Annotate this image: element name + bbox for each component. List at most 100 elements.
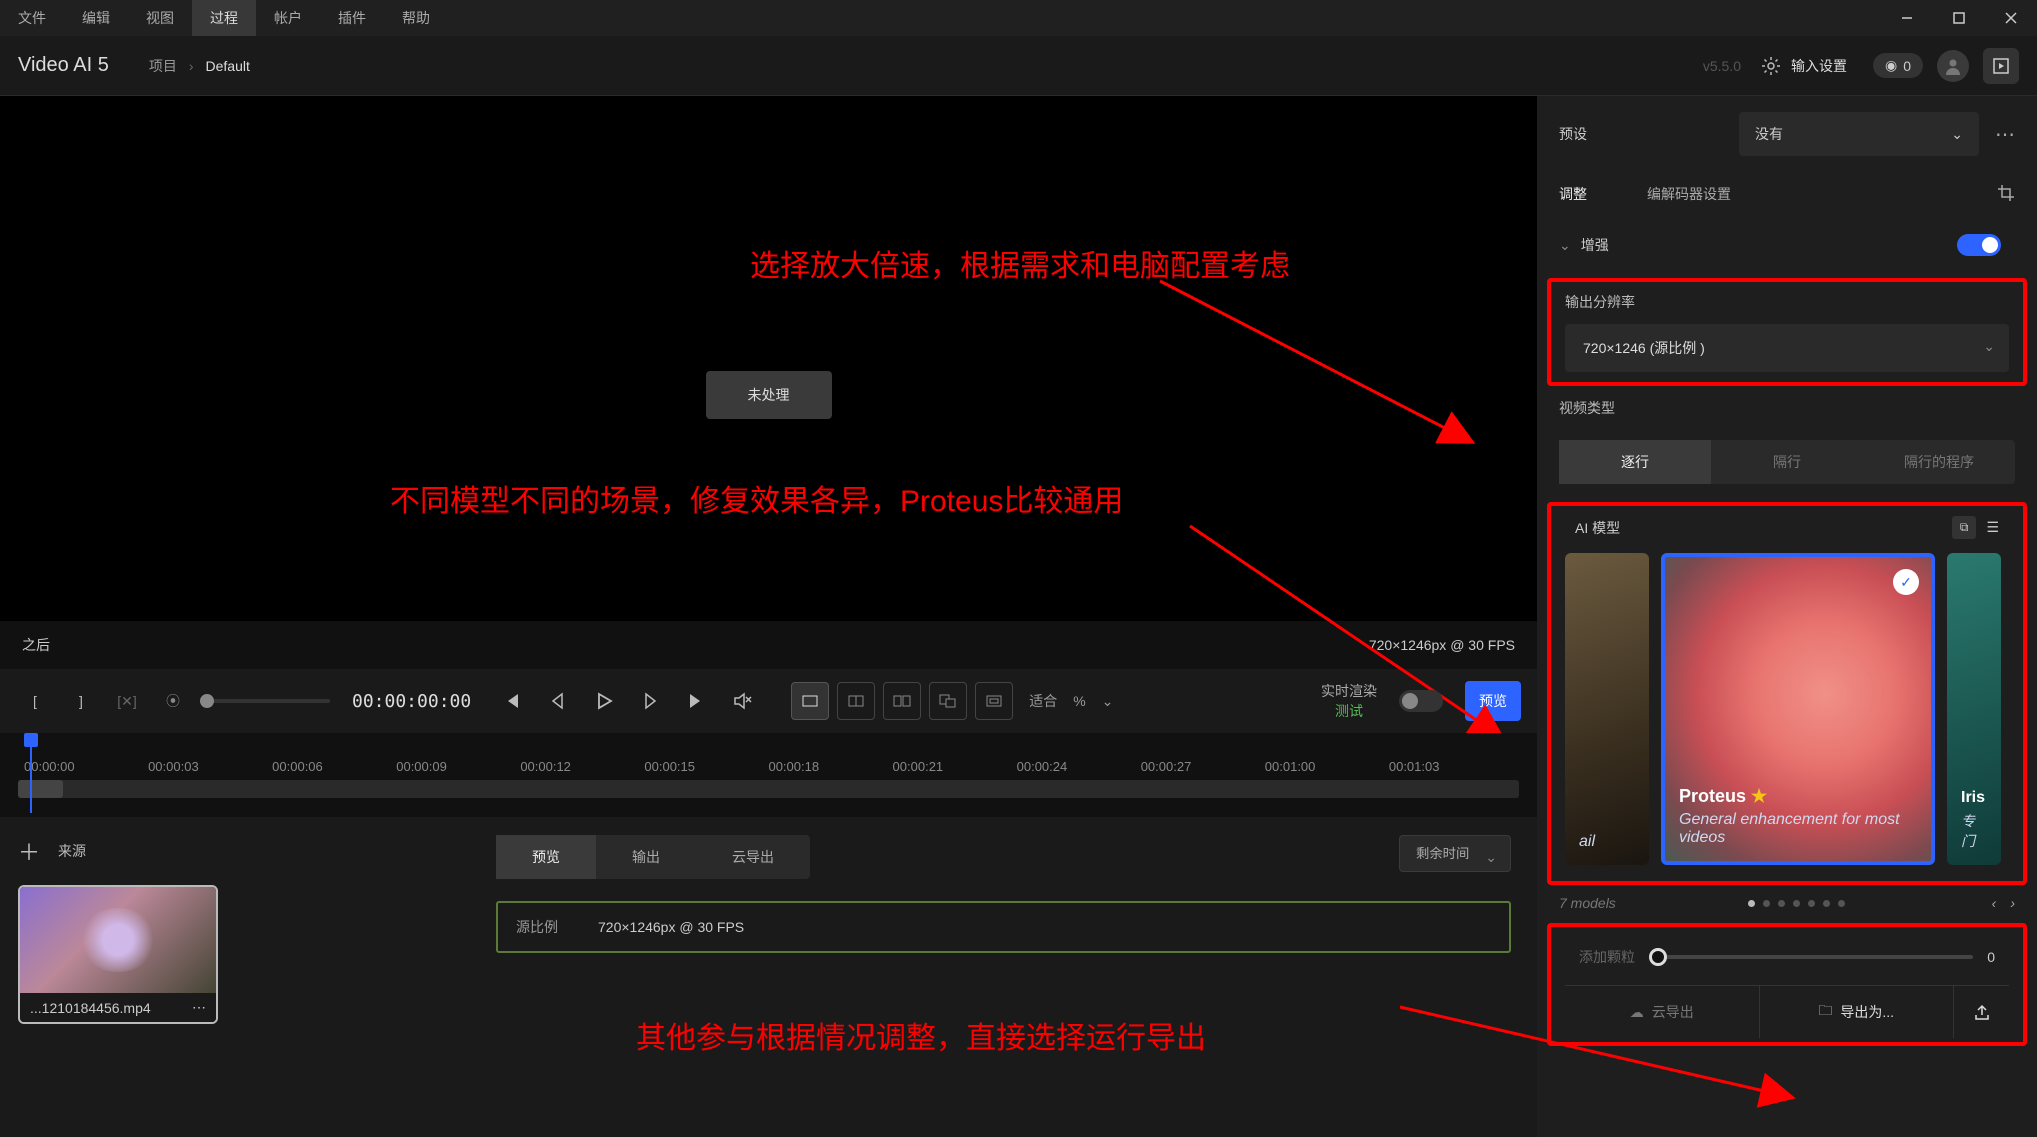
playhead[interactable] [24, 733, 38, 747]
share-button[interactable] [1953, 985, 2009, 1038]
realtime-test[interactable]: 测试 [1321, 701, 1377, 721]
after-label: 之后 [22, 635, 50, 655]
carousel-dots [1748, 900, 1845, 907]
tab-adjust[interactable]: 调整 [1559, 172, 1587, 216]
realtime-block: 实时渲染 测试 [1321, 681, 1377, 721]
breadcrumb-project[interactable]: 项目 [149, 56, 177, 76]
model-footer: 7 models ‹ › [1537, 889, 2037, 917]
tick: 00:00:24 [1017, 759, 1141, 774]
clip-more-icon[interactable]: ⋯ [192, 999, 206, 1016]
realtime-toggle[interactable] [1399, 690, 1443, 712]
window-minimize-button[interactable] [1881, 0, 1933, 36]
timecode[interactable]: 00:00:00:00 [338, 691, 485, 712]
model-card-prev[interactable]: ail [1565, 553, 1649, 865]
enhance-section-head[interactable]: ⌄ 增强 [1537, 216, 2037, 274]
preview-resolution: 720×1246px @ 30 FPS [1369, 637, 1515, 653]
tab-output[interactable]: 输出 [596, 835, 696, 879]
menu-edit[interactable]: 编辑 [64, 0, 128, 36]
zoom-icon[interactable]: ⦿ [154, 682, 192, 720]
view-ab-button[interactable] [929, 682, 967, 720]
compare-icon[interactable]: ⧉ [1952, 516, 1977, 539]
model-prev-suffix: ail [1579, 833, 1635, 851]
clear-marks-button[interactable]: [✕] [108, 682, 146, 720]
remaining-time-select[interactable]: 剩余时间 ⌄ [1399, 835, 1511, 872]
enhance-toggle[interactable] [1957, 234, 2001, 256]
menu-help[interactable]: 帮助 [384, 0, 448, 36]
step-back-button[interactable] [539, 682, 577, 720]
video-type-interlaced[interactable]: 隔行 [1711, 440, 1863, 484]
toolbar: Video AI 5 项目 › Default v5.5.0 输入设置 ◉ 0 [0, 36, 2037, 96]
tick: 00:00:21 [893, 759, 1017, 774]
output-res-value: 720×1246 (源比例 ) [1583, 340, 1705, 356]
timeline-ticks: 00:00:00 00:00:03 00:00:06 00:00:09 00:0… [0, 741, 1537, 774]
menu-account[interactable]: 帐户 [256, 0, 320, 36]
preset-select[interactable]: 没有 ⌄ [1739, 112, 1979, 156]
carousel-prev-button[interactable]: ‹ [1992, 895, 1997, 911]
ai-model-box: AI 模型 ⧉ ☰ ail ✓ Proteus ★ General enhanc… [1547, 502, 2027, 885]
menu-file[interactable]: 文件 [0, 0, 64, 36]
fit-label: 适合 [1029, 691, 1057, 711]
play-button[interactable] [585, 682, 623, 720]
add-source-button[interactable]: ＋ [18, 835, 40, 867]
enhance-label: 增强 [1581, 235, 1609, 255]
credits-value: 0 [1903, 58, 1911, 74]
menu-process[interactable]: 过程 [192, 0, 256, 36]
gear-icon[interactable] [1761, 56, 1781, 76]
fit-pct[interactable]: % [1073, 693, 1085, 709]
goto-end-button[interactable] [677, 682, 715, 720]
zoom-slider[interactable] [200, 699, 330, 703]
goto-start-button[interactable] [493, 682, 531, 720]
check-icon: ✓ [1893, 569, 1919, 595]
list-icon[interactable]: ☰ [1986, 519, 1999, 536]
preset-more-icon[interactable]: ⋯ [1995, 122, 2015, 147]
video-type-interlaced-prog[interactable]: 隔行的程序 [1863, 440, 2015, 484]
tab-preview[interactable]: 预览 [496, 835, 596, 879]
preview-button[interactable]: 预览 [1465, 681, 1521, 721]
chevron-down-icon: ⌄ [1951, 126, 1963, 143]
annotation-2: 不同模型不同的场景，修复效果各异，Proteus比较通用 [390, 476, 1123, 520]
output-row[interactable]: 源比例 720×1246px @ 30 FPS [496, 901, 1511, 953]
output-resolution-box: 输出分辨率 720×1246 (源比例 ) ⌄ [1547, 278, 2027, 386]
timeline-track[interactable] [18, 780, 1519, 798]
input-settings-button[interactable]: 输入设置 [1791, 56, 1847, 76]
model-carousel[interactable]: ail ✓ Proteus ★ General enhancement for … [1565, 539, 2009, 871]
mute-button[interactable] [723, 682, 761, 720]
tab-cloud-export[interactable]: 云导出 [696, 835, 810, 879]
chevron-down-icon[interactable]: ⌄ [1102, 693, 1114, 710]
realtime-label: 实时渲染 [1321, 681, 1377, 701]
output-ratio-value: 720×1246px @ 30 FPS [598, 919, 744, 935]
chevron-down-icon: ⌄ [1559, 237, 1571, 254]
window-close-button[interactable] [1985, 0, 2037, 36]
bottom-pane: ＋ 来源 ...1210184456.mp4 ⋯ 预览 输出 云导出 [0, 817, 1537, 1137]
credits-pill[interactable]: ◉ 0 [1873, 53, 1923, 78]
video-type-progressive[interactable]: 逐行 [1559, 440, 1711, 484]
step-forward-button[interactable] [631, 682, 669, 720]
source-clip[interactable]: ...1210184456.mp4 ⋯ [18, 885, 218, 1024]
export-queue-button[interactable] [1983, 48, 2019, 84]
mark-out-button[interactable]: ] [62, 682, 100, 720]
model-card-next[interactable]: Iris 专门 [1947, 553, 2001, 865]
coin-icon: ◉ [1885, 57, 1897, 74]
mark-in-button[interactable]: [ [16, 682, 54, 720]
timeline[interactable]: 00:00:00 00:00:03 00:00:06 00:00:09 00:0… [0, 733, 1537, 817]
tab-codec[interactable]: 编解码器设置 [1647, 172, 1731, 216]
grain-slider[interactable] [1649, 955, 1973, 959]
window-maximize-button[interactable] [1933, 0, 1985, 36]
view-split-button[interactable] [837, 682, 875, 720]
carousel-next-button[interactable]: › [2010, 895, 2015, 911]
view-fullscreen-button[interactable] [975, 682, 1013, 720]
view-single-button[interactable] [791, 682, 829, 720]
panel-tabs: 调整 编解码器设置 [1537, 172, 2037, 216]
menu-plugins[interactable]: 插件 [320, 0, 384, 36]
folder-icon: 🗀 [1818, 1000, 1832, 1024]
preset-label: 预设 [1559, 124, 1587, 144]
crop-icon[interactable] [1997, 172, 2015, 216]
preview-status-chip: 未处理 [706, 371, 832, 419]
model-card-proteus[interactable]: ✓ Proteus ★ General enhancement for most… [1661, 553, 1935, 865]
output-res-select[interactable]: 720×1246 (源比例 ) ⌄ [1565, 324, 2009, 372]
avatar[interactable] [1937, 50, 1969, 82]
export-as-button[interactable]: 🗀 导出为... [1759, 985, 1954, 1038]
tick: 00:00:06 [272, 759, 396, 774]
view-sidebyside-button[interactable] [883, 682, 921, 720]
menu-view[interactable]: 视图 [128, 0, 192, 36]
